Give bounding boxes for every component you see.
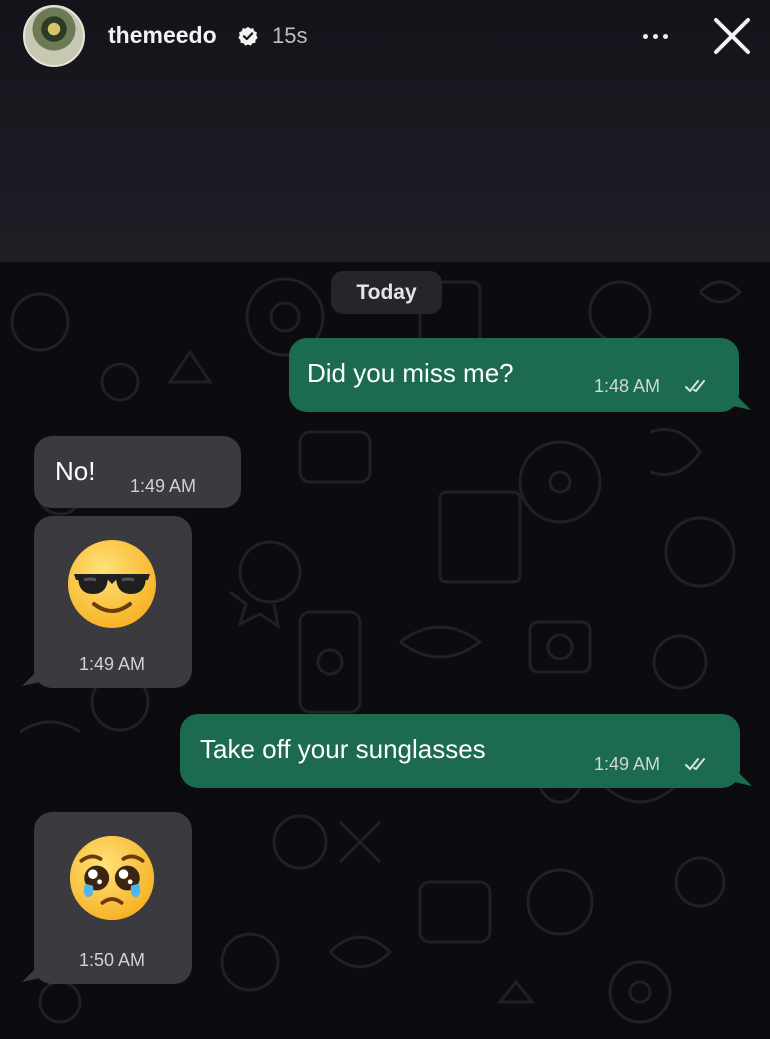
bubble-tail xyxy=(22,964,40,982)
message-bubble-outgoing[interactable]: Take off your sunglasses 1:49 AM xyxy=(180,714,740,788)
message-text: No! xyxy=(55,456,96,486)
message-time: 1:48 AM xyxy=(594,376,661,396)
message-time: 1:49 AM xyxy=(594,754,661,774)
message-time: 1:50 AM xyxy=(79,950,146,970)
story-time-ago: 15s xyxy=(272,23,308,48)
smiling-face-with-sunglasses-icon xyxy=(68,540,156,628)
bubble-tail xyxy=(22,668,40,686)
avatar[interactable] xyxy=(23,5,85,67)
story-header: themeedo 15s xyxy=(0,0,770,78)
bubble-tail xyxy=(734,768,752,786)
verified-badge-icon xyxy=(238,26,258,46)
username[interactable]: themeedo xyxy=(108,22,217,49)
bubble-tail xyxy=(733,392,751,410)
message-time: 1:49 AM xyxy=(130,476,197,496)
message-text: Did you miss me? xyxy=(307,358,514,388)
read-receipt-icon xyxy=(685,758,705,771)
message-bubble-incoming-emoji[interactable]: 1:49 AM xyxy=(34,516,192,688)
message-text: Take off your sunglasses xyxy=(200,734,486,764)
message-time: 1:49 AM xyxy=(79,654,146,674)
close-icon[interactable] xyxy=(711,15,753,57)
message-bubble-incoming[interactable]: No! 1:49 AM xyxy=(34,436,241,508)
more-options-button[interactable] xyxy=(636,20,676,50)
message-bubble-incoming-emoji[interactable]: 1:50 AM xyxy=(34,812,192,984)
read-receipt-icon xyxy=(685,380,705,393)
message-bubble-outgoing[interactable]: Did you miss me? 1:48 AM xyxy=(289,338,739,412)
date-separator: Today xyxy=(331,271,442,314)
pleading-face-icon xyxy=(69,835,155,921)
more-horizontal-icon xyxy=(643,34,648,39)
